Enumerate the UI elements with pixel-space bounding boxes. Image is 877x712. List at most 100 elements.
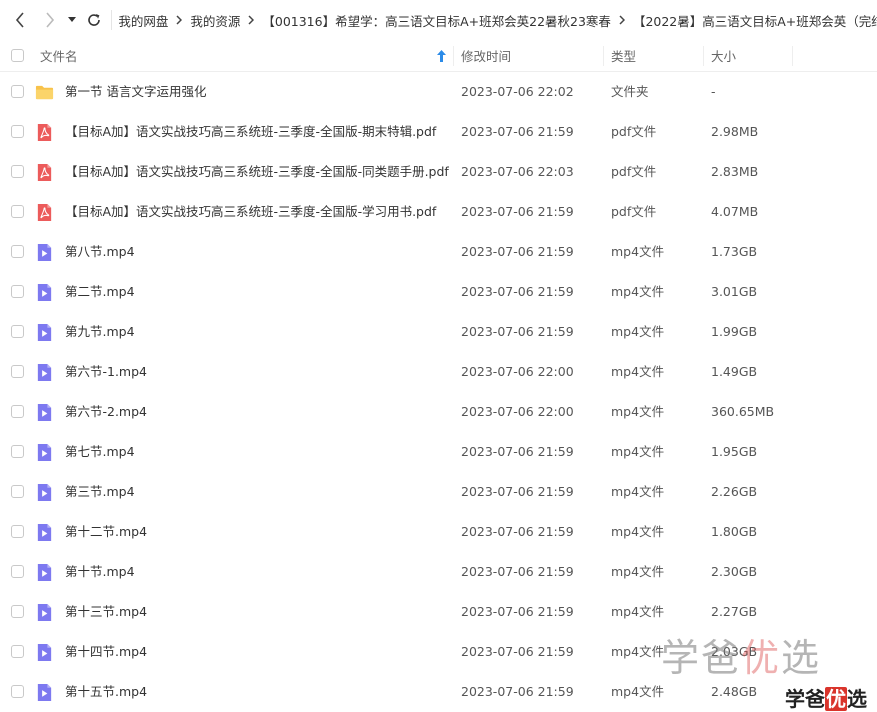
file-name[interactable]: 第二节.mp4 [65,272,135,312]
video-icon [37,243,52,262]
watermark-logo: 学爸优选 [785,683,867,712]
sort-ascending-icon[interactable] [437,50,446,62]
file-row[interactable]: 【目标A加】语文实战技巧高三系统班-三季度-全国版-期末特辑.pdf 2023-… [0,112,877,152]
file-type: mp4文件 [611,644,665,659]
column-header-type[interactable]: 类型 [611,40,636,71]
file-row[interactable]: 第十三节.mp4 2023-07-06 21:59 mp4文件 2.27GB [0,592,877,632]
breadcrumb-item-current-folder[interactable]: 【2022暑】高三语文目标A+班郑会英（完结） [633,11,877,30]
forward-button[interactable] [35,0,64,40]
file-type: pdf文件 [611,204,657,219]
file-type: mp4文件 [611,404,665,419]
refresh-button[interactable] [80,0,107,40]
navigation-bar: 我的网盘 我的资源 【001316】希望学：高三语文目标A+班郑会英22暑秋23… [0,0,877,40]
breadcrumb-item-my-drive[interactable]: 我的网盘 [118,11,168,30]
breadcrumb-item-course[interactable]: 【001316】希望学：高三语文目标A+班郑会英22暑秋23寒春 [262,11,611,30]
file-modified-time: 2023-07-06 22:03 [461,164,574,179]
file-row[interactable]: 第二节.mp4 2023-07-06 21:59 mp4文件 3.01GB [0,272,877,312]
row-checkbox[interactable] [11,485,24,498]
file-name[interactable]: 第九节.mp4 [65,312,135,352]
column-header-size[interactable]: 大小 [711,40,736,71]
file-type: mp4文件 [611,604,665,619]
file-name[interactable]: 第十四节.mp4 [65,632,147,672]
column-header-name[interactable]: 文件名 [40,40,78,71]
file-name[interactable]: 第十五节.mp4 [65,672,147,712]
video-icon [37,363,52,382]
row-checkbox[interactable] [11,645,24,658]
file-name[interactable]: 第六节-1.mp4 [65,352,147,392]
file-row[interactable]: 第七节.mp4 2023-07-06 21:59 mp4文件 1.95GB [0,432,877,472]
file-row[interactable]: 第十节.mp4 2023-07-06 21:59 mp4文件 2.30GB [0,552,877,592]
row-checkbox[interactable] [11,85,24,98]
row-checkbox[interactable] [11,205,24,218]
row-checkbox[interactable] [11,165,24,178]
file-row[interactable]: 第一节 语言文字运用强化 2023-07-06 22:02 文件夹 - [0,72,877,112]
file-type: pdf文件 [611,164,657,179]
file-modified-time: 2023-07-06 22:00 [461,364,574,379]
pdf-icon [37,123,52,142]
file-size: 2.27GB [711,604,758,619]
file-row[interactable]: 【目标A加】语文实战技巧高三系统班-三季度-全国版-同类题手册.pdf 2023… [0,152,877,192]
column-divider[interactable] [453,46,454,66]
row-checkbox[interactable] [11,565,24,578]
file-row[interactable]: 第八节.mp4 2023-07-06 21:59 mp4文件 1.73GB [0,232,877,272]
refresh-icon [87,14,100,26]
breadcrumb-item-my-resources[interactable]: 我的资源 [190,11,240,30]
toolbar-divider [111,10,113,30]
file-modified-time: 2023-07-06 21:59 [461,524,574,539]
folder-icon [35,85,54,100]
file-size: 1.95GB [711,444,758,459]
row-checkbox[interactable] [11,125,24,138]
file-size: 360.65MB [711,404,775,419]
file-row[interactable]: 第六节-2.mp4 2023-07-06 22:00 mp4文件 360.65M… [0,392,877,432]
file-name[interactable]: 【目标A加】语文实战技巧高三系统班-三季度-全国版-期末特辑.pdf [65,112,436,152]
row-checkbox[interactable] [11,685,24,698]
file-name[interactable]: 【目标A加】语文实战技巧高三系统班-三季度-全国版-同类题手册.pdf [65,152,449,192]
file-name[interactable]: 【目标A加】语文实战技巧高三系统班-三季度-全国版-学习用书.pdf [65,192,436,232]
row-checkbox[interactable] [11,285,24,298]
file-row[interactable]: 【目标A加】语文实战技巧高三系统班-三季度-全国版-学习用书.pdf 2023-… [0,192,877,232]
chevron-right-icon [248,15,255,25]
file-modified-time: 2023-07-06 22:02 [461,84,574,99]
file-name[interactable]: 第十三节.mp4 [65,592,147,632]
column-header-modified-time[interactable]: 修改时间 [461,40,511,71]
file-row[interactable]: 第三节.mp4 2023-07-06 21:59 mp4文件 2.26GB [0,472,877,512]
chevron-right-icon [176,15,183,25]
file-modified-time: 2023-07-06 21:59 [461,244,574,259]
back-button[interactable] [4,0,35,40]
file-row[interactable]: 第十二节.mp4 2023-07-06 21:59 mp4文件 1.80GB [0,512,877,552]
row-checkbox[interactable] [11,365,24,378]
file-size: 2.83MB [711,164,759,179]
file-modified-time: 2023-07-06 21:59 [461,684,574,699]
file-type: mp4文件 [611,364,665,379]
file-name[interactable]: 第十二节.mp4 [65,512,147,552]
column-divider[interactable] [603,46,604,66]
file-row[interactable]: 第六节-1.mp4 2023-07-06 22:00 mp4文件 1.49GB [0,352,877,392]
file-name[interactable]: 第七节.mp4 [65,432,135,472]
file-type: mp4文件 [611,284,665,299]
file-type: mp4文件 [611,444,665,459]
file-row[interactable]: 第九节.mp4 2023-07-06 21:59 mp4文件 1.99GB [0,312,877,352]
file-type: mp4文件 [611,524,665,539]
row-checkbox[interactable] [11,605,24,618]
file-name[interactable]: 第六节-2.mp4 [65,392,147,432]
row-checkbox[interactable] [11,525,24,538]
file-name[interactable]: 第八节.mp4 [65,232,135,272]
column-divider[interactable] [703,46,704,66]
row-checkbox[interactable] [11,325,24,338]
back-arrow-icon [15,12,24,28]
watermark: 学爸优选 [661,636,822,680]
file-modified-time: 2023-07-06 21:59 [461,444,574,459]
history-dropdown-button[interactable] [64,0,80,40]
video-icon [37,483,52,502]
row-checkbox[interactable] [11,245,24,258]
file-name[interactable]: 第十节.mp4 [65,552,135,592]
file-modified-time: 2023-07-06 21:59 [461,284,574,299]
select-all-checkbox[interactable] [11,49,24,62]
file-type: pdf文件 [611,124,657,139]
file-name[interactable]: 第三节.mp4 [65,472,135,512]
file-type: mp4文件 [611,484,665,499]
file-name[interactable]: 第一节 语言文字运用强化 [65,72,206,112]
row-checkbox[interactable] [11,445,24,458]
row-checkbox[interactable] [11,405,24,418]
column-divider[interactable] [792,46,793,66]
